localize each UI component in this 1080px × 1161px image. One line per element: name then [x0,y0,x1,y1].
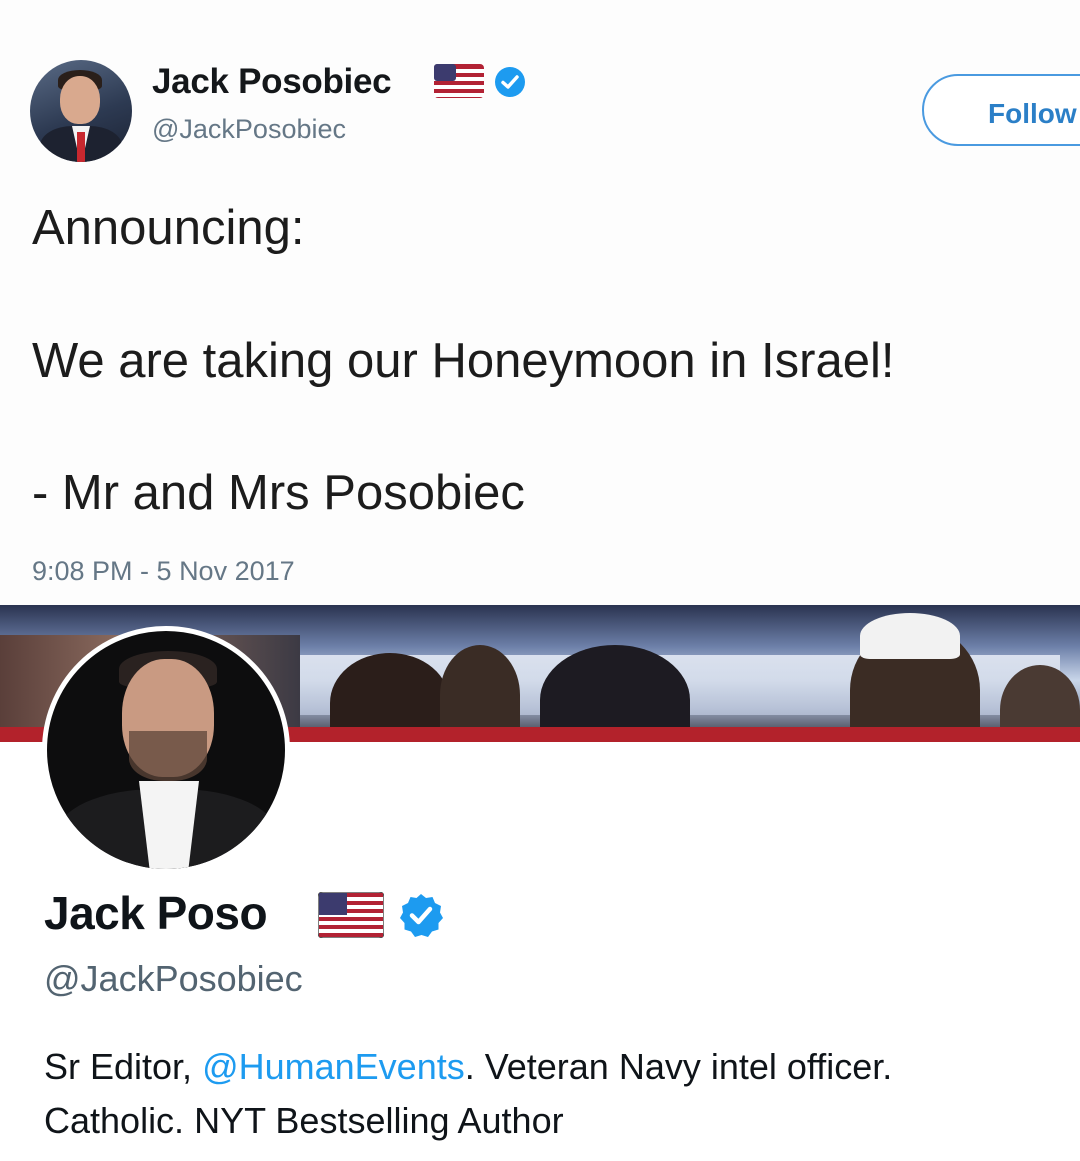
profile-display-name: Jack Poso [44,887,268,939]
bio-text: Catholic. NYT Bestselling Author [44,1100,564,1141]
us-flag-icon [318,892,384,938]
bio-text: Sr Editor, [44,1046,203,1087]
tweet-text-line: - Mr and Mrs Posobiec [32,466,525,520]
tweet-card: Jack Posobiec @JackPosobiec Follow Annou… [0,0,1080,605]
tweet-author-avatar[interactable] [30,60,132,162]
profile-bio: Sr Editor, @HumanEvents. Veteran Navy in… [44,1040,1044,1148]
bio-mention-link[interactable]: @HumanEvents [202,1046,465,1087]
tweet-text-line: Announcing: [32,201,305,255]
bio-text: . Veteran Navy intel officer. [464,1046,893,1087]
tweet-timestamp[interactable]: 9:08 PM - 5 Nov 2017 [32,556,295,587]
tweet-author-handle[interactable]: @JackPosobiec [152,114,346,145]
verified-badge-icon[interactable] [398,892,444,938]
us-flag-icon [434,64,484,98]
profile-avatar[interactable] [42,626,290,874]
follow-button[interactable]: Follow [922,74,1080,146]
tweet-text-line: We are taking our Honeymoon in Israel! [32,334,895,388]
verified-badge-icon [495,67,525,97]
profile-handle: @JackPosobiec [44,958,303,999]
tweet-author-name[interactable]: Jack Posobiec [152,62,392,102]
